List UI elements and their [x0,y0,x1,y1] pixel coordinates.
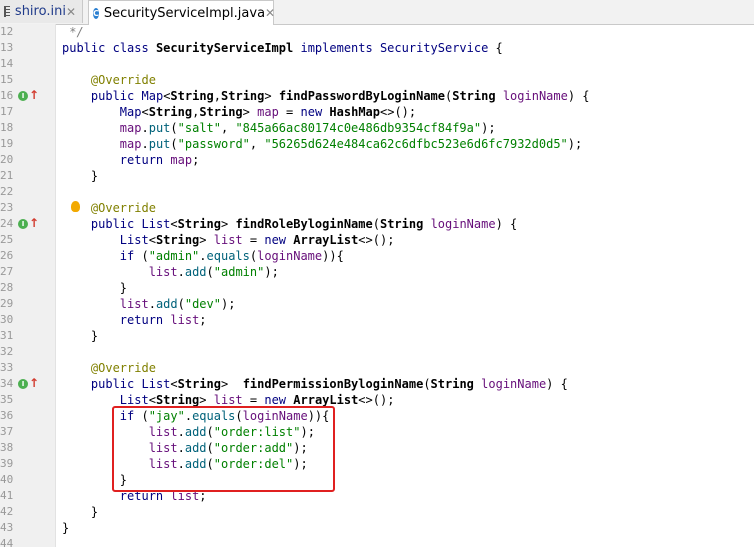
line-number: 16 [0,89,14,102]
line-number: 31 [0,329,14,342]
code-line[interactable]: 33 @Override [0,360,754,376]
line-number: 35 [0,393,14,406]
line-number: 39 [0,457,14,470]
code-line[interactable]: 34 I ↑ public List<String> findPermissionB… [0,376,754,392]
code-line[interactable]: 13 public class SecurityServiceImpl imple… [0,40,754,56]
code-text[interactable]: public List<String> findPermissionBylogi… [62,376,568,392]
code-line[interactable]: 24 I ↑ public List<String> findRoleBylogin… [0,216,754,232]
code-line[interactable]: 31 } [0,328,754,344]
code-line[interactable]: 43} [0,520,754,536]
code-line[interactable]: 18 map.put("salt", "845a66ac80174c0e486d… [0,120,754,136]
line-number: 25 [0,233,14,246]
code-text[interactable]: } [62,504,98,520]
close-icon[interactable]: ✕ [66,5,76,19]
code-line[interactable]: 23 @Override [0,200,754,216]
line-number: 33 [0,361,14,374]
tab-shiro-ini[interactable]: shiro.ini ✕ [0,0,83,23]
line-number: 28 [0,281,14,294]
code-text[interactable]: @Override [62,360,156,376]
line-number: 15 [0,73,14,86]
ini-file-icon [4,6,10,17]
code-text[interactable]: list.add("admin"); [62,264,279,280]
line-number: 40 [0,473,14,486]
code-line[interactable]: 21 } [0,168,754,184]
line-number: 37 [0,425,14,438]
implements-method-icon[interactable]: I ↑ [18,217,39,230]
line-number: 30 [0,313,14,326]
code-text[interactable]: public List<String> findRoleByloginName(… [62,216,517,232]
line-number: 32 [0,345,14,358]
code-text[interactable]: } [62,520,69,536]
code-text[interactable]: public class SecurityServiceImpl impleme… [62,40,503,56]
line-number: 36 [0,409,14,422]
line-number: 17 [0,105,14,118]
line-number: 38 [0,441,14,454]
code-text[interactable]: } [62,168,98,184]
code-text[interactable]: Map<String,String> map = new HashMap<>()… [62,104,416,120]
line-number: 24 [0,217,14,230]
close-icon[interactable]: ✕ [265,6,275,20]
code-line[interactable]: 19 map.put("password", "56265d624e484ca6… [0,136,754,152]
implements-method-icon[interactable]: I ↑ [18,89,39,102]
highlight-annotation-box [112,406,335,492]
line-number: 27 [0,265,14,278]
line-number: 13 [0,41,14,54]
code-text[interactable]: */ [62,24,83,40]
code-text[interactable]: @Override [62,200,156,216]
code-text[interactable]: List<String> list = new ArrayList<>(); [62,232,395,248]
code-line[interactable]: 28 } [0,280,754,296]
implements-method-icon[interactable]: I ↑ [18,377,39,390]
line-number: 18 [0,121,14,134]
code-text[interactable]: return map; [62,152,200,168]
java-class-icon: C [93,7,99,19]
line-number: 34 [0,377,14,390]
code-line[interactable]: 30 return list; [0,312,754,328]
line-number: 22 [0,185,14,198]
code-text[interactable]: map.put("password", "56265d624e484ca62c6… [62,136,582,152]
code-line[interactable]: 20 return map; [0,152,754,168]
code-line[interactable]: 22 [0,184,754,200]
line-number: 23 [0,201,14,214]
tab-security-service-impl[interactable]: C SecurityServiceImpl.java ✕ [88,0,275,25]
code-line[interactable]: 17 Map<String,String> map = new HashMap<… [0,104,754,120]
line-number: 44 [0,537,14,550]
line-number: 41 [0,489,14,502]
code-line[interactable]: 12 */ [0,24,754,40]
line-number: 21 [0,169,14,182]
editor-tab-bar: shiro.ini ✕ C SecurityServiceImpl.java ✕ [0,0,754,25]
line-number: 20 [0,153,14,166]
code-text[interactable]: map.put("salt", "845a66ac80174c0e486db93… [62,120,496,136]
code-line[interactable]: 44 [0,536,754,552]
code-text[interactable]: if ("admin".equals(loginName)){ [62,248,344,264]
code-text[interactable]: } [62,328,98,344]
line-number: 43 [0,521,14,534]
line-number: 42 [0,505,14,518]
code-line[interactable]: 16 I ↑ public Map<String,String> findPassw… [0,88,754,104]
line-number: 29 [0,297,14,310]
code-line[interactable]: 25 List<String> list = new ArrayList<>()… [0,232,754,248]
line-number: 19 [0,137,14,150]
tab-label: shiro.ini [14,4,66,19]
line-number: 14 [0,57,14,70]
code-line[interactable]: 32 [0,344,754,360]
code-text[interactable]: } [62,280,127,296]
line-number: 12 [0,25,14,38]
code-line[interactable]: 27 list.add("admin"); [0,264,754,280]
tab-label: SecurityServiceImpl.java [103,5,266,21]
code-line[interactable]: 29 list.add("dev"); [0,296,754,312]
code-line[interactable]: 26 if ("admin".equals(loginName)){ [0,248,754,264]
code-line[interactable]: 15 @Override [0,72,754,88]
code-line[interactable]: 42 } [0,504,754,520]
code-text[interactable]: list.add("dev"); [62,296,236,312]
code-text[interactable]: return list; [62,312,207,328]
code-text[interactable]: public Map<String,String> findPasswordBy… [62,88,590,104]
code-text[interactable]: @Override [62,72,156,88]
line-number: 26 [0,249,14,262]
code-line[interactable]: 14 [0,56,754,72]
